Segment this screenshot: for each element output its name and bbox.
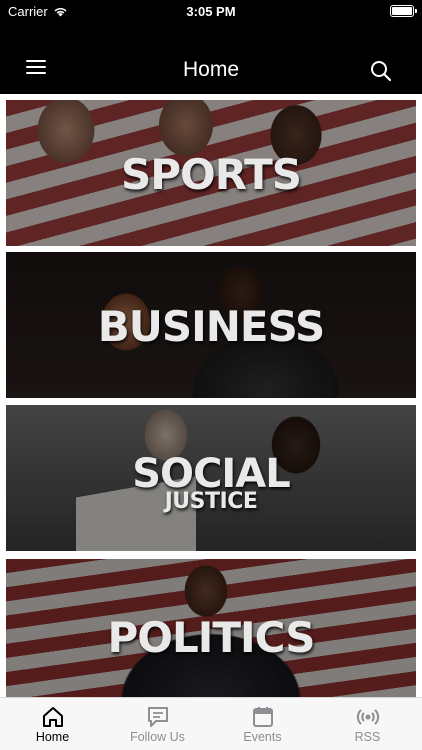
search-icon xyxy=(371,61,392,82)
category-feed: SPORTS BUSINESS SOCIAL JUSTICE POLITICS xyxy=(0,96,422,697)
search-button[interactable] xyxy=(370,60,394,84)
calendar-icon xyxy=(252,707,273,727)
page-title: Home xyxy=(182,58,240,81)
category-tile-sports[interactable]: SPORTS xyxy=(6,100,416,246)
category-subtitle: JUSTICE xyxy=(164,489,258,514)
chat-bubble-icon xyxy=(147,707,168,727)
status-time: 3:05 PM xyxy=(186,4,236,19)
tab-label: RSS xyxy=(354,730,381,744)
category-tile-politics[interactable]: POLITICS xyxy=(6,559,416,697)
category-tile-social-justice[interactable]: SOCIAL JUSTICE xyxy=(6,405,416,551)
category-title: POLITICS xyxy=(107,613,315,662)
tab-rss[interactable]: RSS xyxy=(315,698,420,750)
broadcast-icon xyxy=(356,709,379,725)
tab-bar: Home Follow Us Events RSS xyxy=(0,697,422,750)
tab-label: Events xyxy=(243,730,282,744)
navigation-bar: Home xyxy=(0,24,422,94)
home-icon xyxy=(42,707,63,727)
tab-home[interactable]: Home xyxy=(0,698,105,750)
category-title: BUSINESS xyxy=(97,302,325,351)
tab-events[interactable]: Events xyxy=(210,698,315,750)
tab-follow-us[interactable]: Follow Us xyxy=(105,698,210,750)
category-title: SPORTS xyxy=(120,150,302,199)
status-bar: Carrier 3:05 PM xyxy=(0,0,422,24)
category-tile-business[interactable]: BUSINESS xyxy=(6,252,416,398)
tab-label: Home xyxy=(35,730,70,744)
tab-label: Follow Us xyxy=(130,730,185,744)
battery-icon xyxy=(390,5,417,17)
